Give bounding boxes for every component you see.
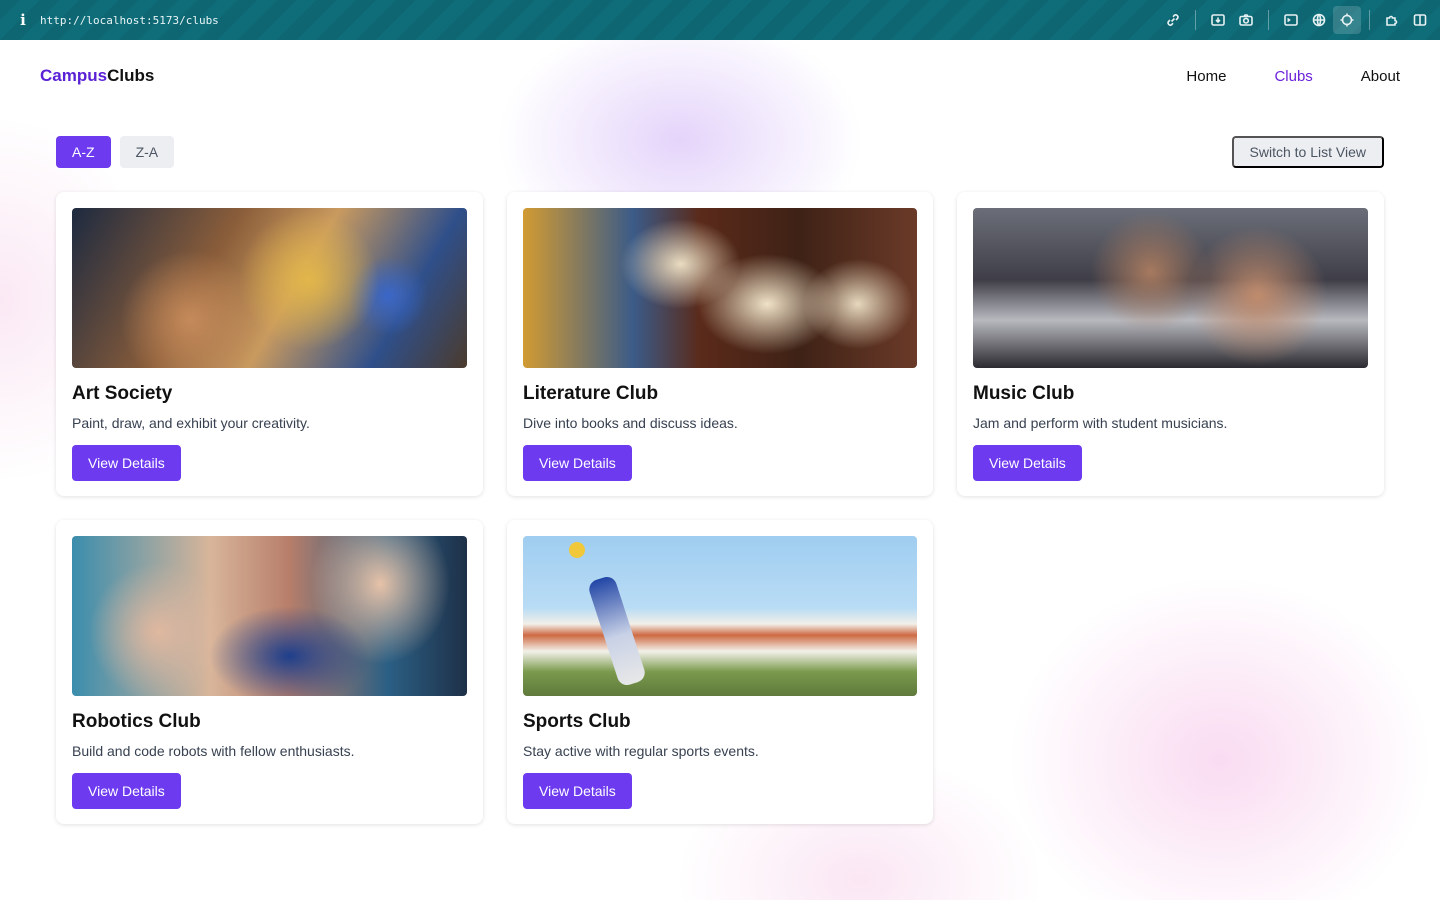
club-image-robotics-club xyxy=(72,536,467,696)
link-icon[interactable] xyxy=(1159,6,1187,34)
ball-shape xyxy=(569,542,585,558)
switch-view-button[interactable]: Switch to List View xyxy=(1231,136,1384,168)
toolbar-divider xyxy=(1195,10,1196,30)
player-shape xyxy=(586,574,648,688)
view-details-button[interactable]: View Details xyxy=(72,445,181,481)
club-title: Literature Club xyxy=(523,383,659,404)
terminal-icon[interactable] xyxy=(1277,6,1305,34)
main-nav: Home Clubs About xyxy=(1186,68,1400,85)
club-image-music-club xyxy=(973,208,1368,368)
globe-icon[interactable] xyxy=(1305,6,1333,34)
club-card-robotics-club: Robotics Club Build and code robots with… xyxy=(56,520,483,824)
club-title: Music Club xyxy=(973,383,1075,404)
club-card-sports-club: Sports Club Stay active with regular spo… xyxy=(507,520,933,824)
nav-clubs[interactable]: Clubs xyxy=(1274,68,1312,85)
toolbar-divider xyxy=(1268,10,1269,30)
club-card-literature-club: Literature Club Dive into books and disc… xyxy=(507,192,933,496)
sort-controls: A-Z Z-A Switch to List View xyxy=(56,136,1384,168)
club-description: Paint, draw, and exhibit your creativity… xyxy=(72,415,310,431)
club-description: Jam and perform with student musicians. xyxy=(973,415,1228,431)
crosshair-icon[interactable] xyxy=(1333,6,1361,34)
nav-home[interactable]: Home xyxy=(1186,68,1226,85)
camera-icon[interactable] xyxy=(1232,6,1260,34)
logo-part-clubs: Clubs xyxy=(107,66,155,85)
club-title: Robotics Club xyxy=(72,711,201,732)
info-icon[interactable]: i xyxy=(12,11,34,29)
club-description: Stay active with regular sports events. xyxy=(523,743,759,759)
club-description: Build and code robots with fellow enthus… xyxy=(72,743,355,759)
logo[interactable]: CampusClubs xyxy=(40,66,154,86)
sort-za-button[interactable]: Z-A xyxy=(119,136,175,168)
browser-toolbar: i http://localhost:5173/clubs xyxy=(0,0,1440,40)
view-details-button[interactable]: View Details xyxy=(973,445,1082,481)
view-details-button[interactable]: View Details xyxy=(523,445,632,481)
toolbar-divider xyxy=(1369,10,1370,30)
club-image-sports-club xyxy=(523,536,917,696)
club-card-music-club: Music Club Jam and perform with student … xyxy=(957,192,1384,496)
sort-az-button[interactable]: A-Z xyxy=(56,136,111,168)
extension-icon[interactable] xyxy=(1378,6,1406,34)
club-image-art-society xyxy=(72,208,467,368)
download-icon[interactable] xyxy=(1204,6,1232,34)
clubs-grid: Art Society Paint, draw, and exhibit you… xyxy=(56,192,1384,824)
club-title: Art Society xyxy=(72,383,173,404)
sidebar-icon[interactable] xyxy=(1406,6,1434,34)
nav-about[interactable]: About xyxy=(1361,68,1400,85)
club-title: Sports Club xyxy=(523,711,631,732)
site-header: CampusClubs Home Clubs About xyxy=(0,40,1440,112)
club-image-literature-club xyxy=(523,208,917,368)
logo-part-campus: Campus xyxy=(40,66,108,85)
url-bar[interactable]: http://localhost:5173/clubs xyxy=(40,14,219,27)
view-details-button[interactable]: View Details xyxy=(523,773,632,809)
view-details-button[interactable]: View Details xyxy=(72,773,181,809)
club-card-art-society: Art Society Paint, draw, and exhibit you… xyxy=(56,192,483,496)
club-description: Dive into books and discuss ideas. xyxy=(523,415,738,431)
browser-tools xyxy=(1159,0,1434,40)
